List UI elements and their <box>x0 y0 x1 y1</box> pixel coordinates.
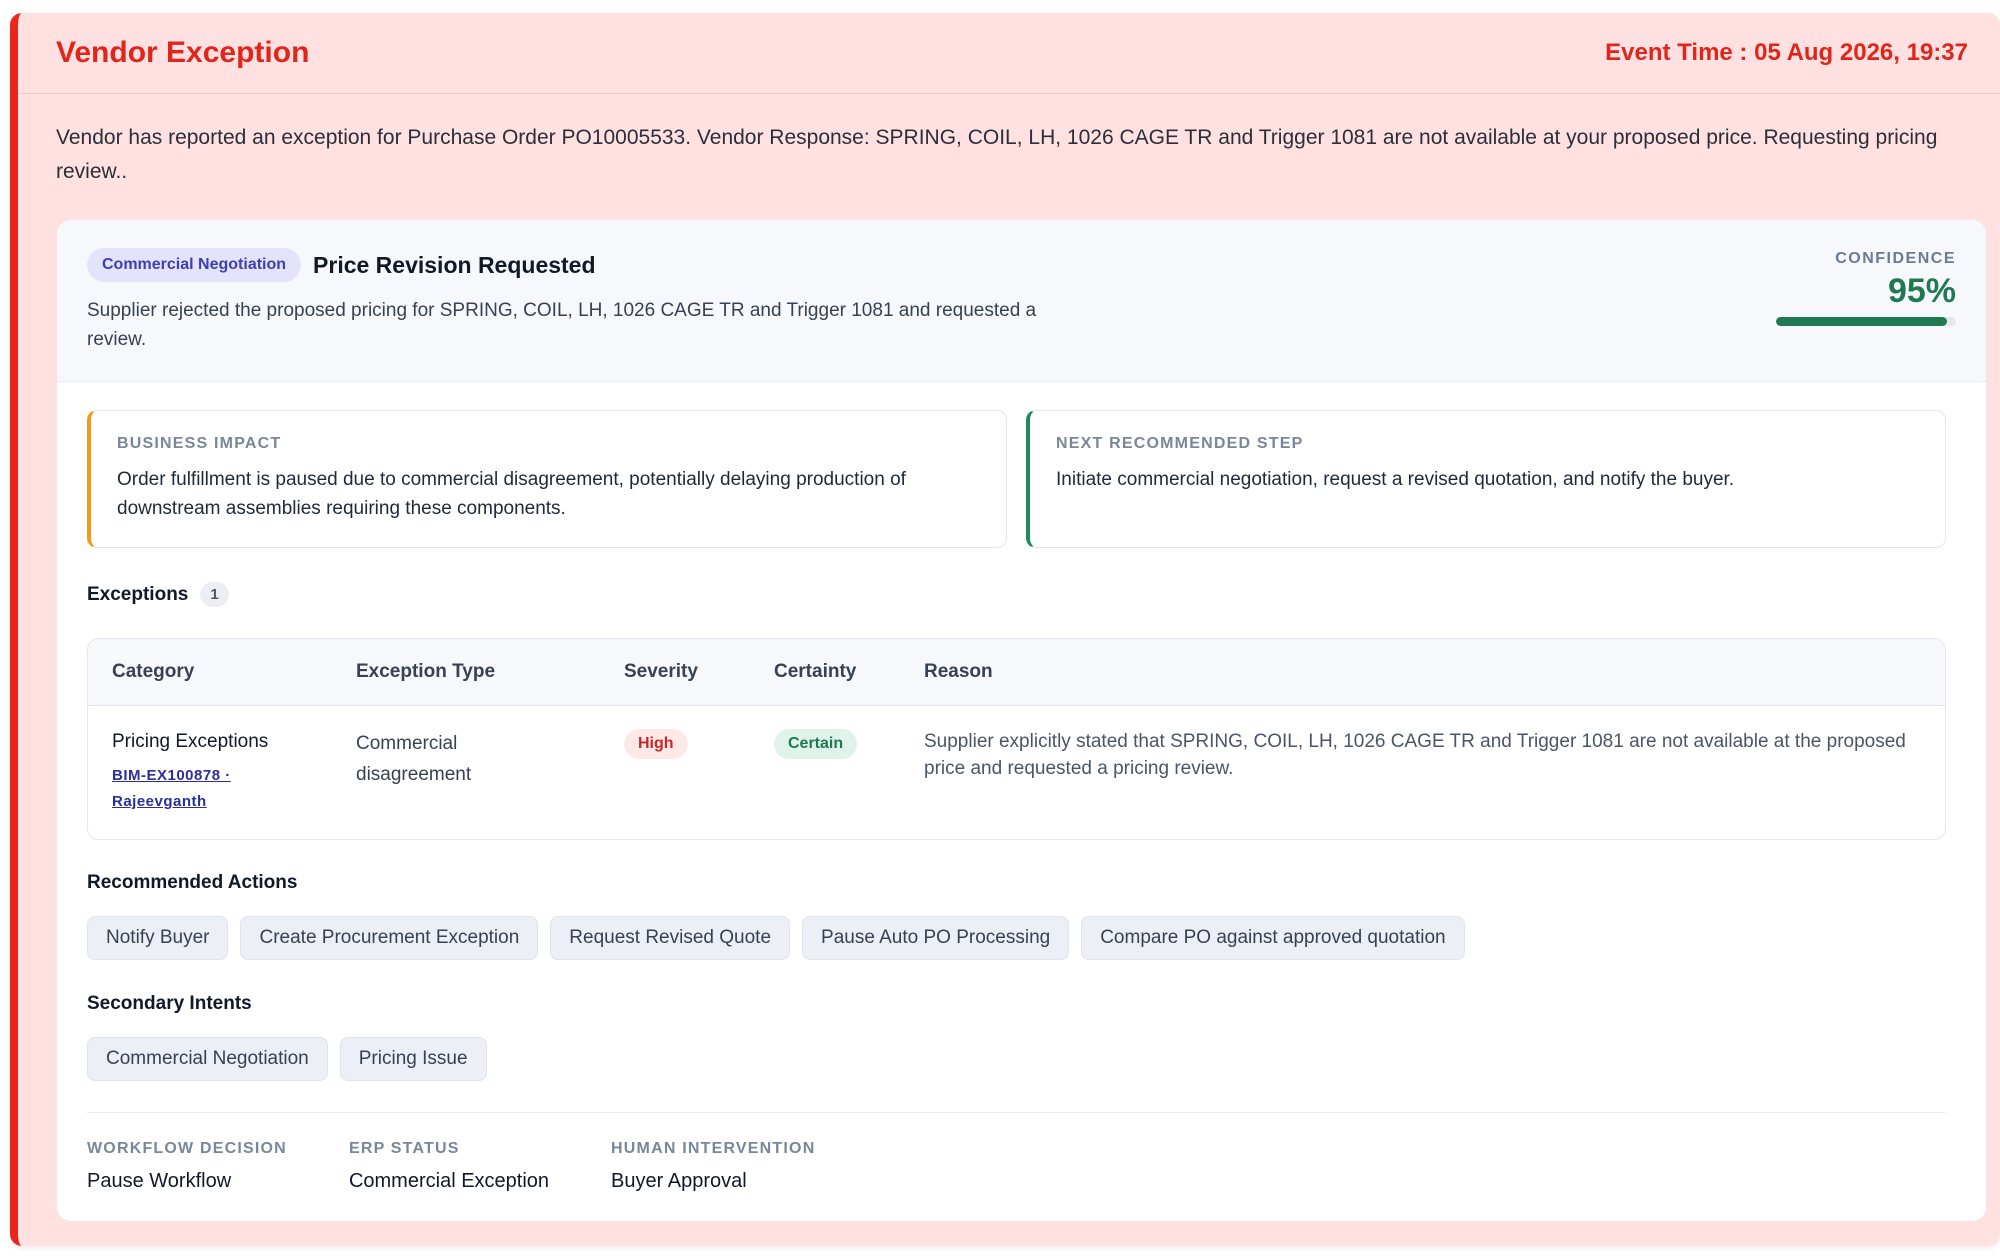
secondary-intents-title: Secondary Intents <box>87 993 252 1014</box>
exceptions-count-badge: 1 <box>200 582 229 607</box>
vendor-exception-panel: Vendor Exception Event Time : 05 Aug 202… <box>10 13 2000 1246</box>
confidence-bar-fill <box>1776 317 1947 326</box>
summary-title: Price Revision Requested <box>313 251 596 278</box>
confidence-label: CONFIDENCE <box>1835 250 1956 267</box>
confidence-value: 95% <box>1887 272 1956 310</box>
panel-title: Vendor Exception <box>56 36 310 69</box>
panel-header: Vendor Exception Event Time : 05 Aug 202… <box>18 13 2000 94</box>
vendor-message: Vendor has reported an exception for Pur… <box>56 126 1938 183</box>
action-compare-po-button[interactable]: Compare PO against approved quotation <box>1081 916 1465 960</box>
erp-status: ERP STATUS Commercial Exception <box>349 1140 549 1193</box>
intent-chip-pricing-issue[interactable]: Pricing Issue <box>339 1037 487 1081</box>
business-impact-label: BUSINESS IMPACT <box>117 435 282 452</box>
action-pause-auto-po-button[interactable]: Pause Auto PO Processing <box>802 916 1070 960</box>
workflow-decision: WORKFLOW DECISION Pause Workflow <box>87 1140 287 1193</box>
table-row: Pricing Exceptions BIM-EX100878 · Rajeev… <box>88 706 1945 815</box>
next-step-label: NEXT RECOMMENDED STEP <box>1056 435 1304 452</box>
intent-pill: Commercial Negotiation <box>87 248 302 282</box>
column-header-category: Category <box>112 661 195 682</box>
erp-status-value: Commercial Exception <box>348 1170 550 1192</box>
column-header-reason: Reason <box>924 661 993 682</box>
certainty-badge: Certain <box>774 729 858 759</box>
erp-status-label: ERP STATUS <box>348 1140 460 1157</box>
exception-reference-link[interactable]: BIM-EX100878 · Rajeevganth <box>112 763 262 815</box>
summary-header: Commercial Negotiation Price Revision Re… <box>57 220 1986 382</box>
human-intervention-value: Buyer Approval <box>611 1170 747 1192</box>
confidence-meter: CONFIDENCE 95% <box>1776 250 1956 326</box>
exceptions-heading: Exceptions 1 <box>87 582 229 607</box>
human-intervention: HUMAN INTERVENTION Buyer Approval <box>611 1140 815 1193</box>
cell-reason: Supplier explicitly stated that SPRING, … <box>924 731 1906 779</box>
cell-category: Pricing Exceptions <box>112 731 269 752</box>
recommended-actions-title: Recommended Actions <box>87 872 298 893</box>
exceptions-table: Category Exception Type Severity Certain… <box>87 638 1946 840</box>
business-impact-box: BUSINESS IMPACT Order fulfillment is pau… <box>87 410 1007 548</box>
event-time: Event Time : 05 Aug 2026, 19:37 <box>1605 39 1968 66</box>
intent-chip-commercial-negotiation[interactable]: Commercial Negotiation <box>87 1037 328 1081</box>
footer-divider <box>87 1112 1946 1113</box>
human-intervention-label: HUMAN INTERVENTION <box>611 1140 816 1157</box>
action-create-procurement-exception-button[interactable]: Create Procurement Exception <box>240 916 539 960</box>
column-header-certainty: Certainty <box>774 661 857 682</box>
decision-footer: WORKFLOW DECISION Pause Workflow ERP STA… <box>87 1140 815 1193</box>
column-header-severity: Severity <box>624 661 698 682</box>
next-step-box: NEXT RECOMMENDED STEP Initiate commercia… <box>1026 410 1946 548</box>
column-header-exception-type: Exception Type <box>356 661 496 682</box>
secondary-intents-list: Commercial Negotiation Pricing Issue <box>87 1037 487 1081</box>
action-request-revised-quote-button[interactable]: Request Revised Quote <box>550 916 791 960</box>
summary-description: Supplier rejected the proposed pricing f… <box>87 300 1037 350</box>
table-header-row: Category Exception Type Severity Certain… <box>88 639 1945 706</box>
next-step-text: Initiate commercial negotiation, request… <box>1056 469 1735 490</box>
workflow-decision-label: WORKFLOW DECISION <box>87 1140 287 1157</box>
severity-badge: High <box>624 729 688 759</box>
cell-exception-type: Commercial disagreement <box>356 733 472 785</box>
exceptions-title: Exceptions <box>87 583 189 605</box>
action-notify-buyer-button[interactable]: Notify Buyer <box>87 916 229 960</box>
business-impact-text: Order fulfillment is paused due to comme… <box>117 469 906 519</box>
recommended-actions-list: Notify Buyer Create Procurement Exceptio… <box>87 916 1465 960</box>
confidence-bar <box>1776 317 1956 326</box>
analysis-card: Commercial Negotiation Price Revision Re… <box>57 220 1986 1221</box>
workflow-decision-value: Pause Workflow <box>87 1170 232 1192</box>
